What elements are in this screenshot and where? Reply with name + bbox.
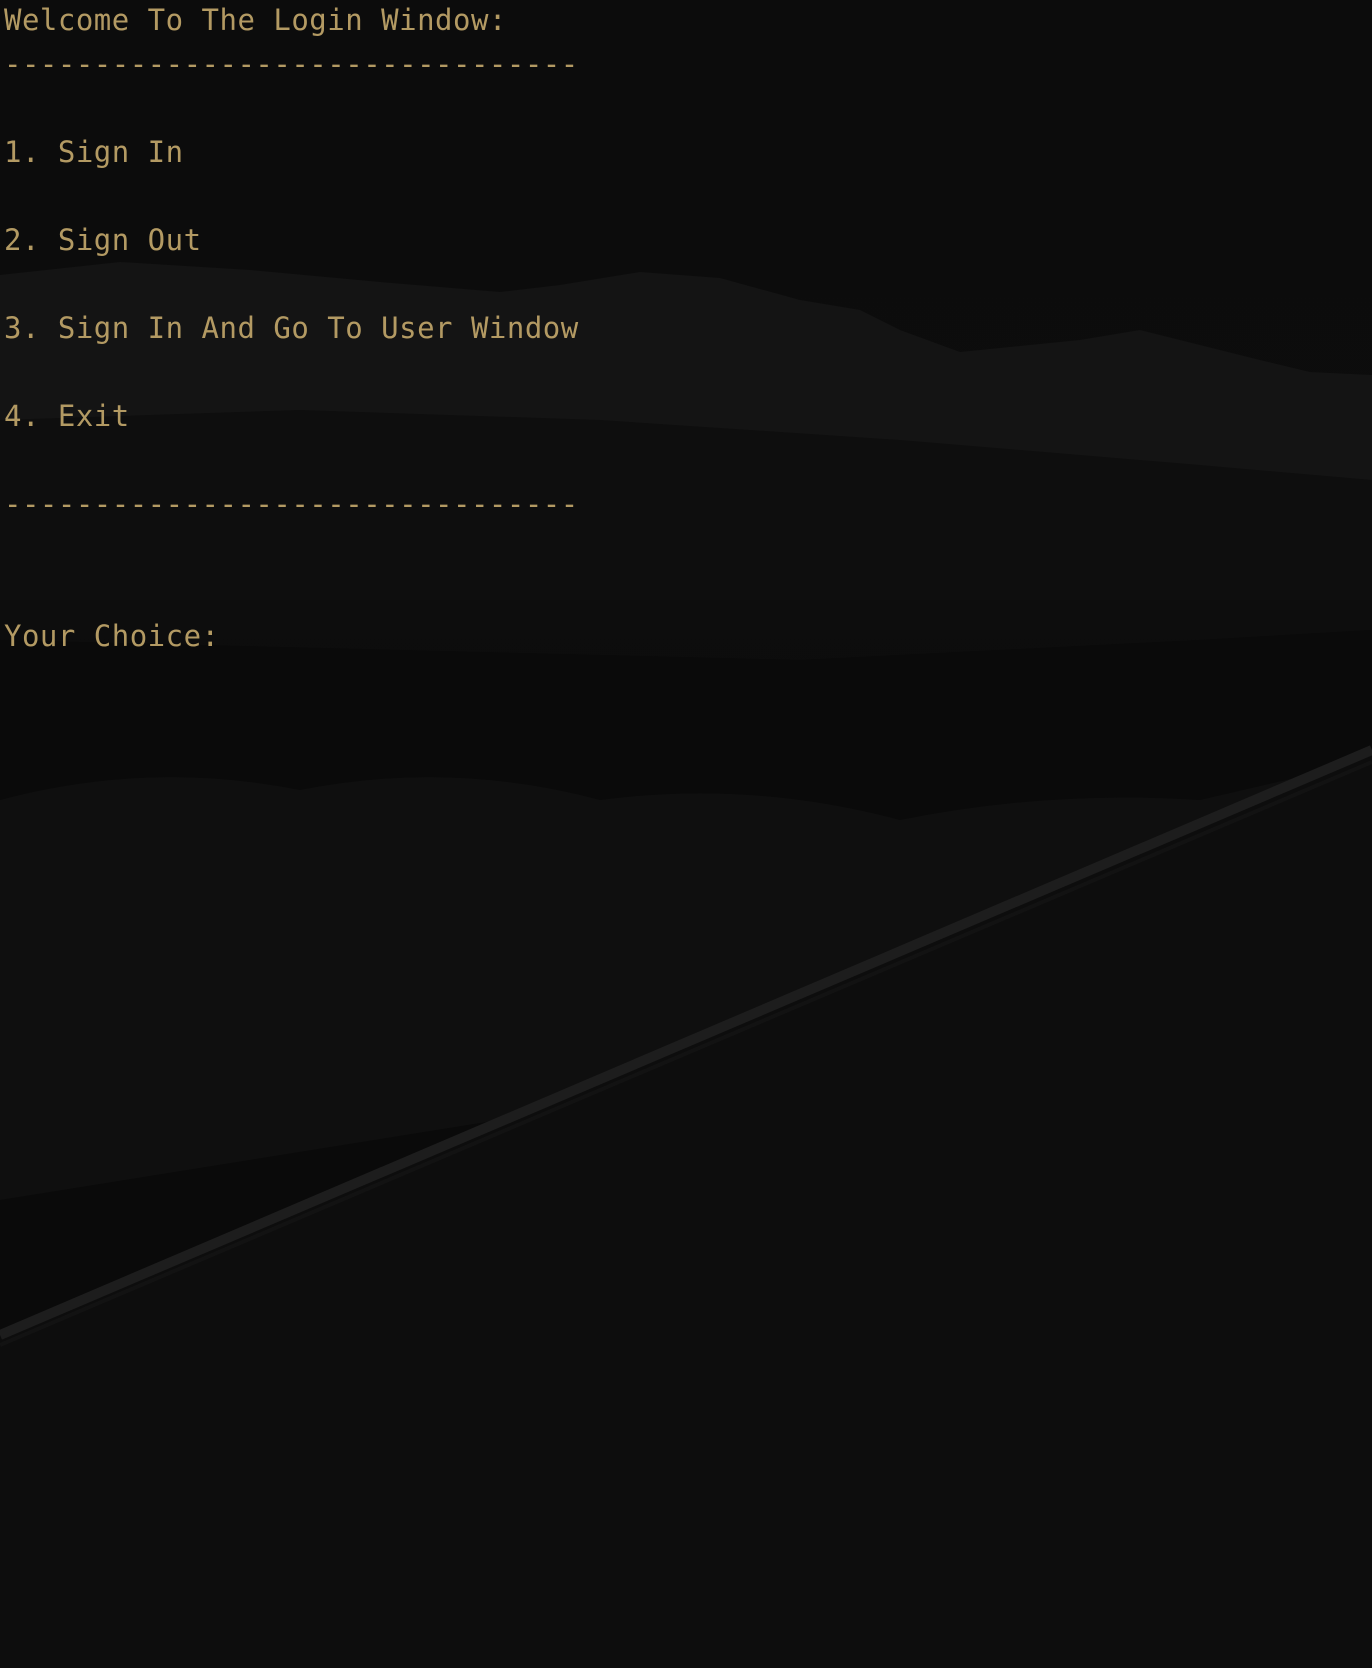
terminal-window[interactable]: Welcome To The Login Window: -----------… [0,0,1372,1668]
terminal-output: Welcome To The Login Window: -----------… [0,0,1372,1668]
window-title-line: Welcome To The Login Window: [4,3,507,37]
choice-prompt-line[interactable]: Your Choice: [4,618,240,654]
menu-item-exit: 4. Exit [4,399,130,433]
menu-item-sign-out: 2. Sign Out [4,223,202,257]
separator-bottom: -------------------------------- [4,487,579,521]
menu-item-sign-in: 1. Sign In [4,135,184,169]
separator-top: -------------------------------- [4,47,579,81]
menu-item-sign-in-user-window: 3. Sign In And Go To User Window [4,311,579,345]
choice-prompt-label: Your Choice: [4,619,220,653]
